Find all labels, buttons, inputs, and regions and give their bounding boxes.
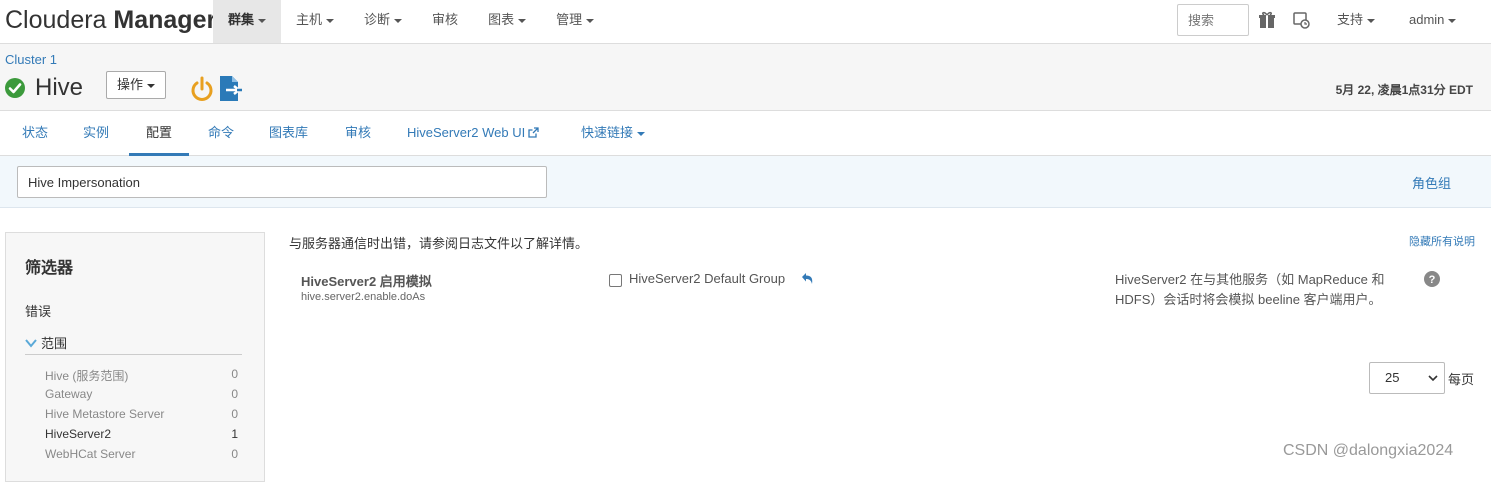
property-key: hive.server2.enable.doAs bbox=[301, 291, 426, 303]
tab-hiveserver2-webui[interactable]: HiveServer2 Web UI bbox=[407, 111, 539, 156]
tab-audits[interactable]: 审核 bbox=[345, 111, 371, 156]
caret-down-icon bbox=[637, 131, 646, 136]
divider bbox=[25, 354, 242, 355]
filter-title: 筛选器 bbox=[25, 260, 74, 277]
property-group-label: HiveServer2 Default Group bbox=[629, 271, 786, 286]
role-groups-link[interactable]: 角色组 bbox=[1412, 173, 1451, 192]
parcel-icon[interactable] bbox=[1258, 11, 1276, 29]
service-header: Cluster 1 Hive 操作 5月 22, 凌晨1点31分 EDT bbox=[0, 44, 1491, 111]
property-checkbox[interactable] bbox=[609, 274, 622, 287]
caret-down-icon bbox=[1367, 18, 1376, 23]
server-timestamp: 5月 22, 凌晨1点31分 EDT bbox=[1335, 83, 1473, 97]
page-size-label: 每页 bbox=[1448, 372, 1475, 387]
cloudera-manager-logo[interactable]: Cloudera Manager bbox=[5, 6, 216, 35]
config-search-bar: 角色组 bbox=[0, 156, 1491, 208]
menu-hosts[interactable]: 主机 bbox=[281, 0, 349, 43]
brand-text-bold: Manager bbox=[113, 6, 217, 34]
menu-audits[interactable]: 审核 bbox=[417, 0, 473, 43]
user-menu[interactable]: admin bbox=[1409, 0, 1457, 40]
config-search-input[interactable] bbox=[17, 166, 547, 198]
support-menu[interactable]: 支持 bbox=[1337, 0, 1376, 40]
client-config-export-icon[interactable] bbox=[218, 75, 243, 102]
filter-panel: 筛选器 错误 范围 Hive (服务范围) 0 Gateway 0 Hive Met… bbox=[5, 232, 265, 482]
service-tabs: 状态 实例 配置 命令 图表库 审核 HiveServer2 Web UI 快速… bbox=[0, 111, 1491, 156]
property-description: HiveServer2 在与其他服务（如 MapReduce 和 HDFS）会话… bbox=[1115, 272, 1385, 307]
tab-quick-links[interactable]: 快速链接 bbox=[581, 111, 646, 156]
chevron-down-icon bbox=[1428, 375, 1438, 382]
tab-commands[interactable]: 命令 bbox=[208, 111, 234, 156]
restart-power-icon[interactable] bbox=[190, 76, 214, 102]
caret-down-icon bbox=[258, 18, 267, 23]
actions-dropdown-button[interactable]: 操作 bbox=[106, 71, 167, 99]
service-title: Hive bbox=[35, 74, 84, 101]
tab-configuration[interactable]: 配置 bbox=[129, 111, 189, 156]
tab-instances[interactable]: 实例 bbox=[83, 111, 109, 156]
caret-down-icon bbox=[518, 18, 527, 23]
reset-undo-icon[interactable] bbox=[801, 272, 814, 285]
filter-item-hive-metastore[interactable]: Hive Metastore Server 0 bbox=[45, 407, 238, 421]
hide-descriptions-link[interactable]: 隐藏所有说明 bbox=[1409, 233, 1475, 249]
external-link-icon bbox=[528, 127, 539, 138]
menu-diagnostics[interactable]: 诊断 bbox=[349, 0, 417, 43]
main-menu: 群集 主机 诊断 审核 图表 管理 bbox=[213, 0, 609, 43]
filter-item-hiveserver2[interactable]: HiveServer2 1 bbox=[45, 427, 238, 441]
caret-down-icon bbox=[394, 18, 403, 23]
brand-text-light: Cloudera bbox=[5, 6, 114, 34]
help-question-icon[interactable]: ? bbox=[1424, 271, 1440, 287]
global-search-input[interactable] bbox=[1177, 4, 1249, 36]
menu-clusters[interactable]: 群集 bbox=[213, 0, 282, 43]
caret-down-icon bbox=[1448, 18, 1457, 23]
svg-text:?: ? bbox=[1429, 274, 1436, 286]
caret-down-icon bbox=[326, 18, 335, 23]
filter-item-gateway[interactable]: Gateway 0 bbox=[45, 387, 238, 401]
watermark: CSDN @dalongxia2024 bbox=[1283, 442, 1454, 459]
page-size-select[interactable]: 25 bbox=[1369, 362, 1445, 394]
tab-chart-library[interactable]: 图表库 bbox=[269, 111, 308, 156]
menu-administration[interactable]: 管理 bbox=[541, 0, 609, 43]
filter-errors[interactable]: 错误 bbox=[25, 301, 51, 320]
chevron-down-icon bbox=[25, 339, 37, 348]
property-display-name: HiveServer2 启用模拟 bbox=[301, 274, 432, 289]
breadcrumb-cluster[interactable]: Cluster 1 bbox=[5, 52, 57, 67]
menu-charts[interactable]: 图表 bbox=[473, 0, 541, 43]
running-commands-icon[interactable] bbox=[1292, 11, 1310, 29]
filter-item-webhcat[interactable]: WebHCat Server 0 bbox=[45, 447, 238, 461]
caret-down-icon bbox=[586, 18, 595, 23]
filter-scope-toggle[interactable]: 范围 bbox=[25, 333, 67, 352]
error-message: 与服务器通信时出错，请参阅日志文件以了解详情。 bbox=[289, 236, 589, 251]
filter-item-hive-service[interactable]: Hive (服务范围) 0 bbox=[45, 367, 238, 384]
caret-down-icon bbox=[147, 83, 156, 88]
tab-status[interactable]: 状态 bbox=[22, 111, 48, 156]
top-navbar: Cloudera Manager 群集 主机 诊断 审核 图表 管理 支持 ad… bbox=[0, 0, 1491, 44]
status-good-icon bbox=[5, 78, 25, 98]
